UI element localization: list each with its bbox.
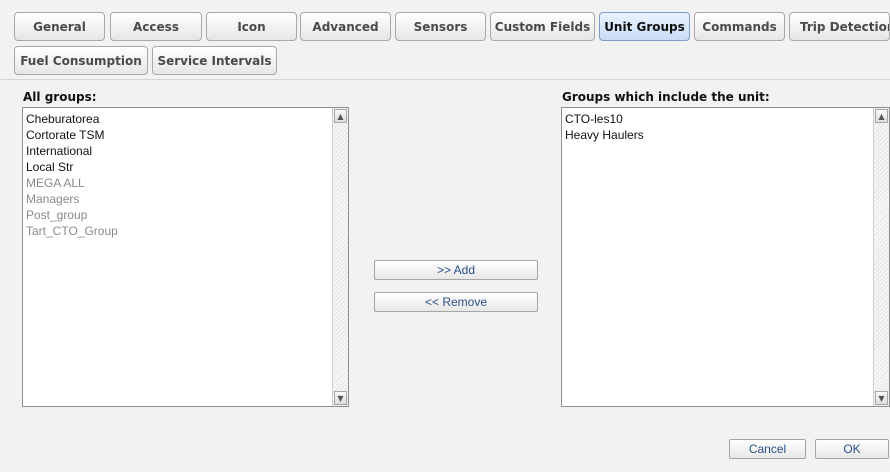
- included-groups-label: Groups which include the unit:: [562, 90, 770, 104]
- list-item[interactable]: Cheburatorea: [26, 111, 330, 127]
- included-groups-listbox[interactable]: CTO-les10 Heavy Haulers ▲ ▼: [561, 107, 890, 407]
- list-item[interactable]: International: [26, 143, 330, 159]
- all-groups-scrollbar[interactable]: ▲ ▼: [332, 108, 348, 406]
- included-groups-scrollbar[interactable]: ▲ ▼: [873, 108, 889, 406]
- list-item[interactable]: Heavy Haulers: [565, 127, 871, 143]
- tab-custom-fields[interactable]: Custom Fields: [490, 12, 595, 41]
- tab-fuel-consumption[interactable]: Fuel Consumption: [14, 46, 148, 75]
- tab-icon[interactable]: Icon: [206, 12, 297, 41]
- all-groups-list: Cheburatorea Cortorate TSM International…: [26, 111, 330, 239]
- list-item[interactable]: Tart_CTO_Group: [26, 223, 330, 239]
- scroll-down-icon[interactable]: ▼: [334, 391, 347, 405]
- tab-trip-detection[interactable]: Trip Detection: [789, 12, 890, 41]
- cancel-button[interactable]: Cancel: [729, 439, 806, 459]
- add-button[interactable]: >> Add: [374, 260, 538, 280]
- tab-bar: General Access Icon Advanced Sensors Cus…: [14, 12, 890, 76]
- list-item[interactable]: Post_group: [26, 207, 330, 223]
- list-item[interactable]: Managers: [26, 191, 330, 207]
- remove-button[interactable]: << Remove: [374, 292, 538, 312]
- list-item[interactable]: Local Str: [26, 159, 330, 175]
- list-item[interactable]: CTO-les10: [565, 111, 871, 127]
- tab-unit-groups[interactable]: Unit Groups: [599, 12, 690, 41]
- all-groups-listbox[interactable]: Cheburatorea Cortorate TSM International…: [22, 107, 349, 407]
- tab-service-intervals[interactable]: Service Intervals: [152, 46, 277, 75]
- all-groups-label: All groups:: [23, 90, 97, 104]
- tab-access[interactable]: Access: [110, 12, 202, 41]
- tab-advanced[interactable]: Advanced: [300, 12, 391, 41]
- list-item[interactable]: MEGA ALL: [26, 175, 330, 191]
- tab-divider: [0, 79, 890, 80]
- scroll-down-icon[interactable]: ▼: [875, 391, 888, 405]
- scroll-up-icon[interactable]: ▲: [875, 109, 888, 123]
- tab-sensors[interactable]: Sensors: [395, 12, 486, 41]
- list-item[interactable]: Cortorate TSM: [26, 127, 330, 143]
- tab-commands[interactable]: Commands: [694, 12, 785, 41]
- scroll-up-icon[interactable]: ▲: [334, 109, 347, 123]
- ok-button[interactable]: OK: [815, 439, 889, 459]
- included-groups-list: CTO-les10 Heavy Haulers: [565, 111, 871, 143]
- tab-general[interactable]: General: [14, 12, 105, 41]
